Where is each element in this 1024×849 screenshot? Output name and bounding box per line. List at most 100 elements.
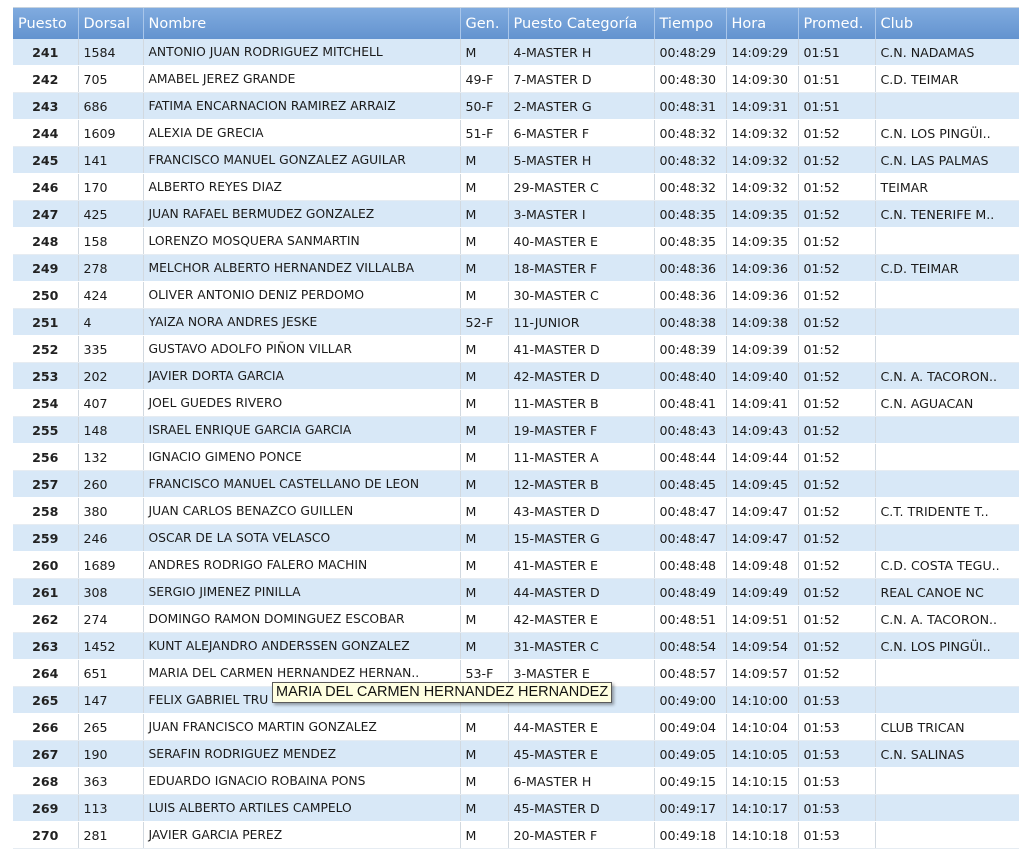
cell-hora: 14:10:04 (726, 713, 799, 741)
cell-puesto: 257 (13, 470, 79, 498)
cell-dorsal: 1584 (78, 39, 144, 66)
cell-promed: 01:52 (798, 281, 876, 309)
table-row[interactable]: 267 190 SERAFIN RODRIGUEZ MENDEZ M 45-MASTER… (13, 740, 1019, 768)
cell-gen: M (460, 767, 509, 795)
table-row[interactable]: 262 274 DOMINGO RAMON DOMINGUEZ ESCOBAR M 42… (13, 605, 1019, 633)
table-row[interactable]: 245 141 FRANCISCO MANUEL GONZALEZ AGUILAR M… (13, 146, 1019, 174)
table-row[interactable]: 270 281 JAVIER GARCIA PEREZ M 20-MASTER F 00:… (13, 821, 1019, 849)
cell-tiempo: 00:48:54 (654, 632, 727, 660)
cell-categoria: 30-MASTER C (508, 281, 655, 309)
cell-tiempo: 00:48:30 (654, 65, 727, 93)
cell-gen: M (460, 335, 509, 363)
table-row[interactable]: 252 335 GUSTAVO ADOLFO PIÑON VILLAR M 41-MAS… (13, 335, 1019, 363)
column-header-categoria[interactable]: Puesto Categoría (508, 8, 655, 39)
table-row[interactable]: 257 260 FRANCISCO MANUEL CASTELLANO DE LEO… (13, 470, 1019, 498)
cell-categoria: 40-MASTER E (508, 227, 655, 255)
column-header-promed[interactable]: Promed. (798, 8, 876, 39)
cell-promed: 01:52 (798, 389, 876, 417)
cell-hora: 14:09:32 (726, 173, 799, 201)
table-row[interactable]: 254 407 JOEL GUEDES RIVERO M 11-MASTER B 00:4… (13, 389, 1019, 417)
cell-promed: 01:53 (798, 794, 876, 822)
cell-promed: 01:51 (798, 92, 876, 120)
cell-promed: 01:53 (798, 821, 876, 849)
cell-dorsal: 158 (78, 227, 144, 255)
cell-categoria: 6-MASTER H (508, 767, 655, 795)
cell-puesto: 244 (13, 119, 79, 147)
column-header-club[interactable]: Club (875, 8, 1019, 39)
table-row[interactable]: 247 425 JUAN RAFAEL BERMUDEZ GONZALEZ M 3-MA… (13, 200, 1019, 228)
cell-gen: M (460, 821, 509, 849)
cell-hora: 14:09:47 (726, 524, 799, 552)
cell-puesto: 251 (13, 308, 79, 336)
cell-nombre: SERAFIN RODRIGUEZ MENDEZ (143, 740, 461, 768)
column-header-tiempo[interactable]: Tiempo (654, 8, 727, 39)
cell-dorsal: 148 (78, 416, 144, 444)
table-row[interactable]: 269 113 LUIS ALBERTO ARTILES CAMPELO M 45-MA… (13, 794, 1019, 822)
cell-nombre: JAVIER DORTA GARCIA (143, 362, 461, 390)
cell-hora: 14:09:39 (726, 335, 799, 363)
table-row[interactable]: 266 265 JUAN FRANCISCO MARTIN GONZALEZ M 44-… (13, 713, 1019, 741)
cell-dorsal: 363 (78, 767, 144, 795)
table-row[interactable]: 261 308 SERGIO JIMENEZ PINILLA M 44-MASTER D… (13, 578, 1019, 606)
cell-promed: 01:52 (798, 551, 876, 579)
cell-categoria: 18-MASTER F (508, 254, 655, 282)
header-row: Puesto Dorsal Nombre Gen. Puesto Categor… (13, 8, 1019, 39)
cell-promed: 01:52 (798, 146, 876, 174)
cell-gen: M (460, 578, 509, 606)
cell-dorsal: 1689 (78, 551, 144, 579)
table-row[interactable]: 249 278 MELCHOR ALBERTO HERNANDEZ VILLALBA… (13, 254, 1019, 282)
cell-hora: 14:09:41 (726, 389, 799, 417)
cell-dorsal: 1452 (78, 632, 144, 660)
table-row[interactable]: 251 4 YAIZA NORA ANDRES JESKE 52-F 11-JUNIOR… (13, 308, 1019, 336)
cell-puesto: 270 (13, 821, 79, 849)
cell-nombre: JAVIER GARCIA PEREZ (143, 821, 461, 849)
cell-puesto: 259 (13, 524, 79, 552)
table-row[interactable]: 241 1584 ANTONIO JUAN RODRIGUEZ MITCHELL M 4… (13, 39, 1019, 66)
cell-hora: 14:09:35 (726, 200, 799, 228)
table-row[interactable]: 263 1452 KUNT ALEJANDRO ANDERSSEN GONZALEZ… (13, 632, 1019, 660)
cell-tiempo: 00:48:47 (654, 497, 727, 525)
cell-categoria: 29-MASTER C (508, 173, 655, 201)
cell-categoria: 41-MASTER D (508, 335, 655, 363)
cell-categoria: 44-MASTER E (508, 713, 655, 741)
cell-club (875, 227, 1019, 255)
column-header-nombre[interactable]: Nombre (143, 8, 461, 39)
table-row[interactable]: 268 363 EDUARDO IGNACIO ROBAINA PONS M 6-MAS… (13, 767, 1019, 795)
cell-tiempo: 00:48:32 (654, 146, 727, 174)
cell-tiempo: 00:48:47 (654, 524, 727, 552)
table-row[interactable]: 246 170 ALBERTO REYES DIAZ M 29-MASTER C 00:4… (13, 173, 1019, 201)
cell-club: C.D. TEIMAR (875, 65, 1019, 93)
table-row[interactable]: 248 158 LORENZO MOSQUERA SANMARTIN M 40-MAST… (13, 227, 1019, 255)
table-row[interactable]: 259 246 OSCAR DE LA SOTA VELASCO M 15-MASTER… (13, 524, 1019, 552)
table-row[interactable]: 250 424 OLIVER ANTONIO DENIZ PERDOMO M 30-MA… (13, 281, 1019, 309)
table-row[interactable]: 253 202 JAVIER DORTA GARCIA M 42-MASTER D 00:… (13, 362, 1019, 390)
table-row[interactable]: 244 1609 ALEXIA DE GRECIA 51-F 6-MASTER F 00:… (13, 119, 1019, 147)
table-row[interactable]: 255 148 ISRAEL ENRIQUE GARCIA GARCIA M 19-MA… (13, 416, 1019, 444)
cell-gen: 51-F (460, 119, 509, 147)
cell-promed: 01:52 (798, 443, 876, 471)
cell-promed: 01:53 (798, 767, 876, 795)
cell-gen: 50-F (460, 92, 509, 120)
column-header-dorsal[interactable]: Dorsal (78, 8, 144, 39)
table-row[interactable]: 242 705 AMABEL JEREZ GRANDE 49-F 7-MASTER D0… (13, 65, 1019, 93)
cell-club (875, 281, 1019, 309)
cell-nombre: ISRAEL ENRIQUE GARCIA GARCIA (143, 416, 461, 444)
cell-puesto: 262 (13, 605, 79, 633)
table-row[interactable]: 243 686 FATIMA ENCARNACION RAMIREZ ARRAIZ 5… (13, 92, 1019, 120)
table-row[interactable]: 258 380 JUAN CARLOS BENAZCO GUILLEN M 43-MAS… (13, 497, 1019, 525)
cell-dorsal: 380 (78, 497, 144, 525)
cell-club: C.N. LOS PINGÜI.. (875, 119, 1019, 147)
cell-tiempo: 00:48:32 (654, 173, 727, 201)
cell-tiempo: 00:48:29 (654, 39, 727, 66)
results-table-container: Puesto Dorsal Nombre Gen. Puesto Categor… (13, 7, 1019, 849)
cell-promed: 01:52 (798, 119, 876, 147)
column-header-hora[interactable]: Hora (726, 8, 799, 39)
cell-club (875, 335, 1019, 363)
column-header-puesto[interactable]: Puesto (13, 8, 79, 39)
column-header-gen[interactable]: Gen. (460, 8, 509, 39)
table-row[interactable]: 256 132 IGNACIO GIMENO PONCE M 11-MASTER A 00… (13, 443, 1019, 471)
table-row[interactable]: 260 1689 ANDRES RODRIGO FALERO MACHIN M 41-M… (13, 551, 1019, 579)
cell-nombre: OLIVER ANTONIO DENIZ PERDOMO (143, 281, 461, 309)
cell-promed: 01:51 (798, 39, 876, 66)
cell-dorsal: 141 (78, 146, 144, 174)
